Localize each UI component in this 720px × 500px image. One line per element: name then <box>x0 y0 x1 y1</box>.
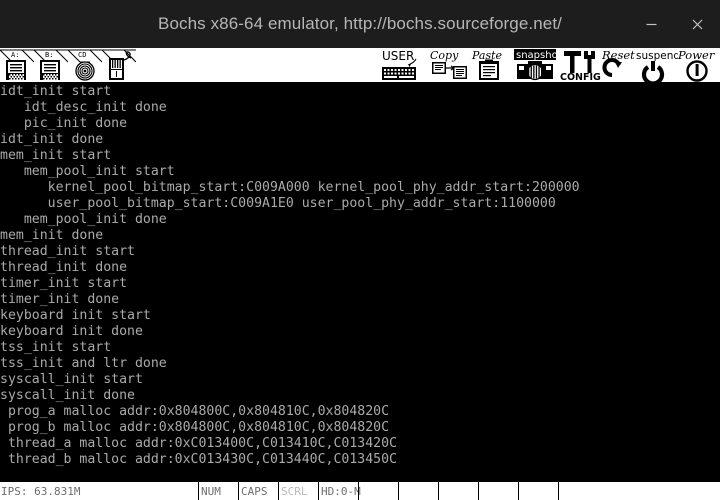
hammer-wrench-icon: CONFIG <box>560 48 602 82</box>
bochs-statusbar: IPS: 63.831M NUM CAPS SCRL HD:0-M <box>0 482 720 500</box>
vga-line: thread_a malloc addr:0xC013400C,C013410C… <box>0 436 397 451</box>
bochs-toolbar: A: B: CD USER Copy Paste snapshot CONFIG… <box>0 48 720 82</box>
vga-line: mem_init start <box>0 148 112 163</box>
vga-line: idt_desc_init done <box>0 100 167 115</box>
status-scroll-lock[interactable]: SCRL <box>278 482 318 500</box>
reset-arrow-icon: Reset <box>602 48 636 82</box>
minimize-icon <box>645 18 658 31</box>
floppy-a-button[interactable]: A: <box>0 48 34 82</box>
paste-button[interactable]: Paste <box>470 48 512 82</box>
reset-button[interactable]: Reset <box>602 48 636 82</box>
floppy-disk-icon: B: <box>34 48 68 82</box>
vga-line: tss_init start <box>0 340 112 355</box>
vga-line: mem_pool_init start <box>0 164 175 179</box>
cdrom-disc-icon: CD <box>68 48 102 82</box>
vga-line: mem_init done <box>0 228 104 243</box>
minimize-button[interactable] <box>628 0 674 48</box>
window-controls <box>628 0 720 48</box>
status-slot-7[interactable] <box>438 482 478 500</box>
copy-button[interactable]: Copy <box>428 48 470 82</box>
vga-line: mem_pool_init done <box>0 212 167 227</box>
snapshot-button[interactable]: snapshot <box>512 48 560 82</box>
svg-text:USER: USER <box>382 49 414 63</box>
svg-text:snapshot: snapshot <box>516 50 560 61</box>
status-num-lock[interactable]: NUM <box>198 482 238 500</box>
vga-screen-output[interactable]: idt_init start idt_desc_init done pic_in… <box>0 82 720 482</box>
vga-line: syscall_init start <box>0 372 143 387</box>
cdrom-button[interactable]: CD <box>68 48 102 82</box>
status-slot-8[interactable] <box>478 482 518 500</box>
status-caps-lock[interactable]: CAPS <box>238 482 278 500</box>
svg-text:Copy: Copy <box>430 49 459 62</box>
close-icon <box>691 18 704 31</box>
bochs-window: Bochs x86-64 emulator, http://bochs.sour… <box>0 0 720 500</box>
floppy-b-button[interactable]: B: <box>34 48 68 82</box>
vga-line: idt_init done <box>0 132 104 147</box>
floppy-disk-icon: A: <box>0 48 34 82</box>
status-empty-area <box>558 482 720 500</box>
user-button[interactable]: USER <box>380 48 428 82</box>
svg-text:Power: Power <box>678 48 716 62</box>
power-button[interactable]: Power <box>678 48 720 82</box>
mouse-icon <box>102 48 136 82</box>
suspend-power-icon: suspend <box>636 48 678 82</box>
config-button[interactable]: CONFIG <box>560 48 602 82</box>
power-circle-icon: Power <box>678 48 720 82</box>
svg-text:CONFIG: CONFIG <box>560 72 601 82</box>
suspend-button[interactable]: suspend <box>636 48 678 82</box>
vga-line: syscall_init done <box>0 388 135 403</box>
svg-text:CD: CD <box>78 51 86 59</box>
status-slot-9[interactable] <box>518 482 558 500</box>
vga-line: thread_init done <box>0 260 128 275</box>
vga-line: timer_init start <box>0 276 128 291</box>
window-title: Bochs x86-64 emulator, http://bochs.sour… <box>158 14 562 33</box>
svg-text:B:: B: <box>45 51 53 59</box>
vga-line: timer_init done <box>0 292 120 307</box>
vga-line: prog_b malloc addr:0x804800C,0x804810C,0… <box>0 420 390 435</box>
status-slot-5[interactable] <box>358 482 398 500</box>
vga-line: user_pool_bitmap_start:C009A1E0 user_poo… <box>0 196 556 211</box>
vga-line: tss_init and ltr done <box>0 356 167 371</box>
vga-line: pic_init done <box>0 116 128 131</box>
vga-line: idt_init start <box>0 84 112 99</box>
svg-text:A:: A: <box>11 51 19 59</box>
copy-pages-icon: Copy <box>428 48 470 82</box>
mouse-button[interactable] <box>102 48 136 82</box>
vga-line: keyboard init done <box>0 324 143 339</box>
clipboard-icon: Paste <box>470 48 512 82</box>
window-titlebar[interactable]: Bochs x86-64 emulator, http://bochs.sour… <box>0 0 720 48</box>
status-hd-activity[interactable]: HD:0-M <box>318 482 361 500</box>
close-button[interactable] <box>674 0 720 48</box>
toolbar-left-group: A: B: CD <box>0 48 136 82</box>
svg-text:suspend: suspend <box>636 50 678 62</box>
vga-line: thread_b malloc addr:0xC013430C,C013440C… <box>0 452 397 467</box>
vga-line: keyboard init start <box>0 308 151 323</box>
ips-readout: IPS: 63.831M <box>1 484 81 498</box>
status-slot-6[interactable] <box>398 482 438 500</box>
vga-line: prog_a malloc addr:0x804800C,0x804810C,0… <box>0 404 390 419</box>
vga-line: kernel_pool_bitmap_start:C009A000 kernel… <box>0 180 580 195</box>
toolbar-right-group: USER Copy Paste snapshot CONFIG Reset su… <box>380 48 720 82</box>
keyboard-icon: USER <box>380 48 428 82</box>
vga-line: thread_init start <box>0 244 135 259</box>
camera-icon: snapshot <box>512 48 560 82</box>
